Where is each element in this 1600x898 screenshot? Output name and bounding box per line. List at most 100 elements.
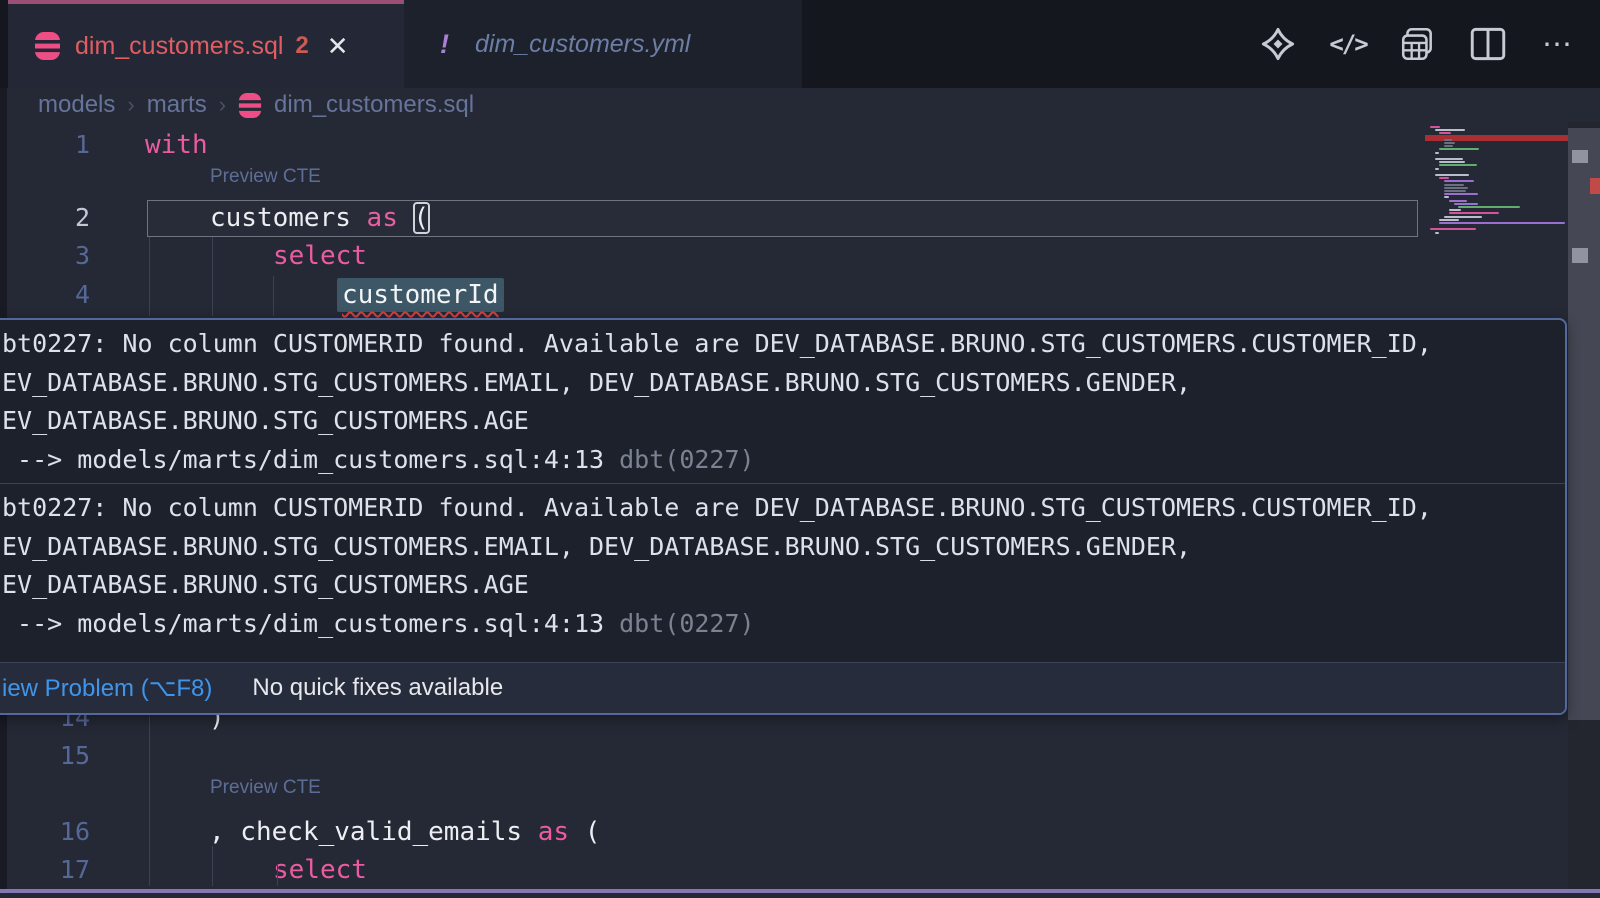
- dbt-icon[interactable]: [1258, 24, 1298, 64]
- view-problem-link[interactable]: iew Problem (⌥F8): [2, 674, 212, 703]
- line-number: 1: [0, 126, 90, 164]
- warning-icon: !: [440, 29, 449, 60]
- minimap-code-line: [1444, 190, 1466, 192]
- minimap-code-line: [1444, 193, 1478, 195]
- tab-bar: dim_customers.sql 2 ✕ ! dim_customers.ym…: [0, 0, 1600, 88]
- error-line: EV_DATABASE.BRUNO.STG_CUSTOMERS.AGE: [2, 402, 1555, 441]
- minimap-code-line: [1458, 206, 1520, 208]
- indent-guide: [212, 846, 213, 886]
- minimap-code-line: [1454, 203, 1478, 205]
- line-number: 16: [0, 813, 90, 851]
- code-text: select: [273, 237, 367, 275]
- code-line-16[interactable]: 16 , check_valid_emails as (: [0, 813, 1420, 851]
- minimap-code-line: [1435, 129, 1465, 131]
- error-location[interactable]: --> models/marts/dim_customers.sql:4:13: [2, 445, 619, 474]
- code-text: select: [273, 851, 367, 889]
- breadcrumb-file[interactable]: dim_customers.sql: [274, 91, 474, 119]
- indent-guide: [149, 237, 150, 316]
- overview-ruler-mark: [1572, 248, 1588, 263]
- no-quick-fixes-text: No quick fixes available: [252, 674, 503, 702]
- codelens-preview-cte[interactable]: Preview CTE: [210, 777, 321, 799]
- line-number: 15: [0, 737, 90, 775]
- error-location-line: --> models/marts/dim_customers.sql:4:13 …: [2, 605, 1555, 644]
- scrollbar-slider[interactable]: [1568, 128, 1600, 720]
- code-text: with: [145, 126, 208, 164]
- minimap-code-line: [1444, 180, 1474, 182]
- codelens-preview-cte[interactable]: Preview CTE: [210, 166, 321, 188]
- database-icon: [238, 92, 262, 119]
- line-number: 4: [0, 276, 90, 314]
- tab-dim-customers-yml[interactable]: ! dim_customers.yml: [404, 0, 802, 88]
- minimap-code-line: [1439, 177, 1449, 179]
- minimap-code-line: [1435, 168, 1439, 170]
- error-line: EV_DATABASE.BRUNO.STG_CUSTOMERS.EMAIL, D…: [2, 528, 1555, 567]
- token: select: [273, 241, 367, 271]
- error-line: bt0227: No column CUSTOMERID found. Avai…: [2, 489, 1555, 528]
- minimap-code-line: [1449, 212, 1499, 214]
- token: , check_valid_emails: [209, 817, 538, 847]
- chevron-right-icon: ›: [219, 92, 226, 118]
- modified-count-badge: 2: [295, 32, 308, 60]
- error-message-block-2: bt0227: No column CUSTOMERID found. Avai…: [0, 484, 1565, 643]
- database-icon: [34, 31, 61, 61]
- line-number: 3: [0, 237, 90, 275]
- minimap-code-line: [1439, 164, 1477, 166]
- more-actions-icon[interactable]: ⋯: [1538, 24, 1578, 64]
- chevron-right-icon: ›: [127, 92, 134, 118]
- error-occurrence-highlight: customerId: [337, 278, 504, 312]
- scrollbar-track[interactable]: [1568, 122, 1600, 890]
- code-line-3[interactable]: 3 select: [0, 237, 1420, 275]
- overview-ruler-mark: [1572, 150, 1588, 163]
- hover-status-bar: iew Problem (⌥F8) No quick fixes availab…: [0, 662, 1565, 713]
- minimap-code-line: [1444, 142, 1455, 144]
- minimap-code-line: [1449, 200, 1467, 202]
- code-line-1[interactable]: 1 with: [0, 126, 1420, 164]
- breadcrumb-marts[interactable]: marts: [147, 91, 207, 119]
- minimap-code-line: [1439, 222, 1565, 224]
- error-line: EV_DATABASE.BRUNO.STG_CUSTOMERS.EMAIL, D…: [2, 364, 1555, 403]
- preview-table-icon[interactable]: [1398, 24, 1438, 64]
- minimap-code-line: [1444, 196, 1449, 198]
- minimap-code-line: [1439, 148, 1479, 150]
- code-text: customerId: [337, 276, 504, 314]
- compile-code-icon[interactable]: </>: [1328, 24, 1368, 64]
- indent-guide: [277, 864, 278, 886]
- error-source-code: dbt(0227): [619, 609, 754, 638]
- indent-guide: [212, 237, 213, 316]
- minimap-code-line: [1439, 219, 1459, 221]
- breadcrumb-models[interactable]: models: [38, 91, 115, 119]
- indent-guide: [273, 276, 274, 316]
- window-bottom-border: [0, 889, 1600, 893]
- split-editor-icon[interactable]: [1468, 24, 1508, 64]
- minimap-code-line: [1444, 187, 1468, 189]
- minimap-code-line: [1449, 209, 1461, 211]
- minimap-code-line: [1439, 161, 1465, 163]
- code-line-17[interactable]: 17select: [0, 851, 1420, 889]
- error-location[interactable]: --> models/marts/dim_customers.sql:4:13: [2, 609, 619, 638]
- error-location-line: --> models/marts/dim_customers.sql:4:13 …: [2, 441, 1555, 480]
- minimap-code-line: [1435, 158, 1463, 160]
- close-icon[interactable]: ✕: [327, 31, 349, 62]
- breadcrumb: models › marts › dim_customers.sql: [38, 88, 474, 122]
- code-line-15[interactable]: 15: [0, 737, 1420, 775]
- token: select: [273, 855, 367, 885]
- tab-label: dim_customers.yml: [475, 30, 690, 59]
- minimap-code-line: [1435, 232, 1439, 234]
- tab-label: dim_customers.sql: [75, 32, 283, 61]
- error-line: bt0227: No column CUSTOMERID found. Avai…: [2, 325, 1555, 364]
- minimap-code-line: [1444, 184, 1464, 186]
- tab-dim-customers-sql[interactable]: dim_customers.sql 2 ✕: [8, 0, 404, 88]
- minimap-code-line: [1435, 152, 1439, 154]
- error-hover-panel: bt0227: No column CUSTOMERID found. Avai…: [0, 318, 1567, 715]
- error-line: EV_DATABASE.BRUNO.STG_CUSTOMERS.AGE: [2, 566, 1555, 605]
- minimap-code-line: [1430, 126, 1440, 128]
- code-line-4[interactable]: 4 customerId: [0, 276, 1420, 314]
- code-text: , check_valid_emails as (: [209, 813, 600, 851]
- token: as: [538, 817, 569, 847]
- line-number: 2: [0, 199, 90, 237]
- indent-guide: [149, 716, 150, 886]
- error-source-code: dbt(0227): [619, 445, 754, 474]
- error-message-block-1: bt0227: No column CUSTOMERID found. Avai…: [0, 320, 1565, 479]
- current-line-highlight: [147, 200, 1418, 237]
- minimap-code-line: [1430, 228, 1476, 230]
